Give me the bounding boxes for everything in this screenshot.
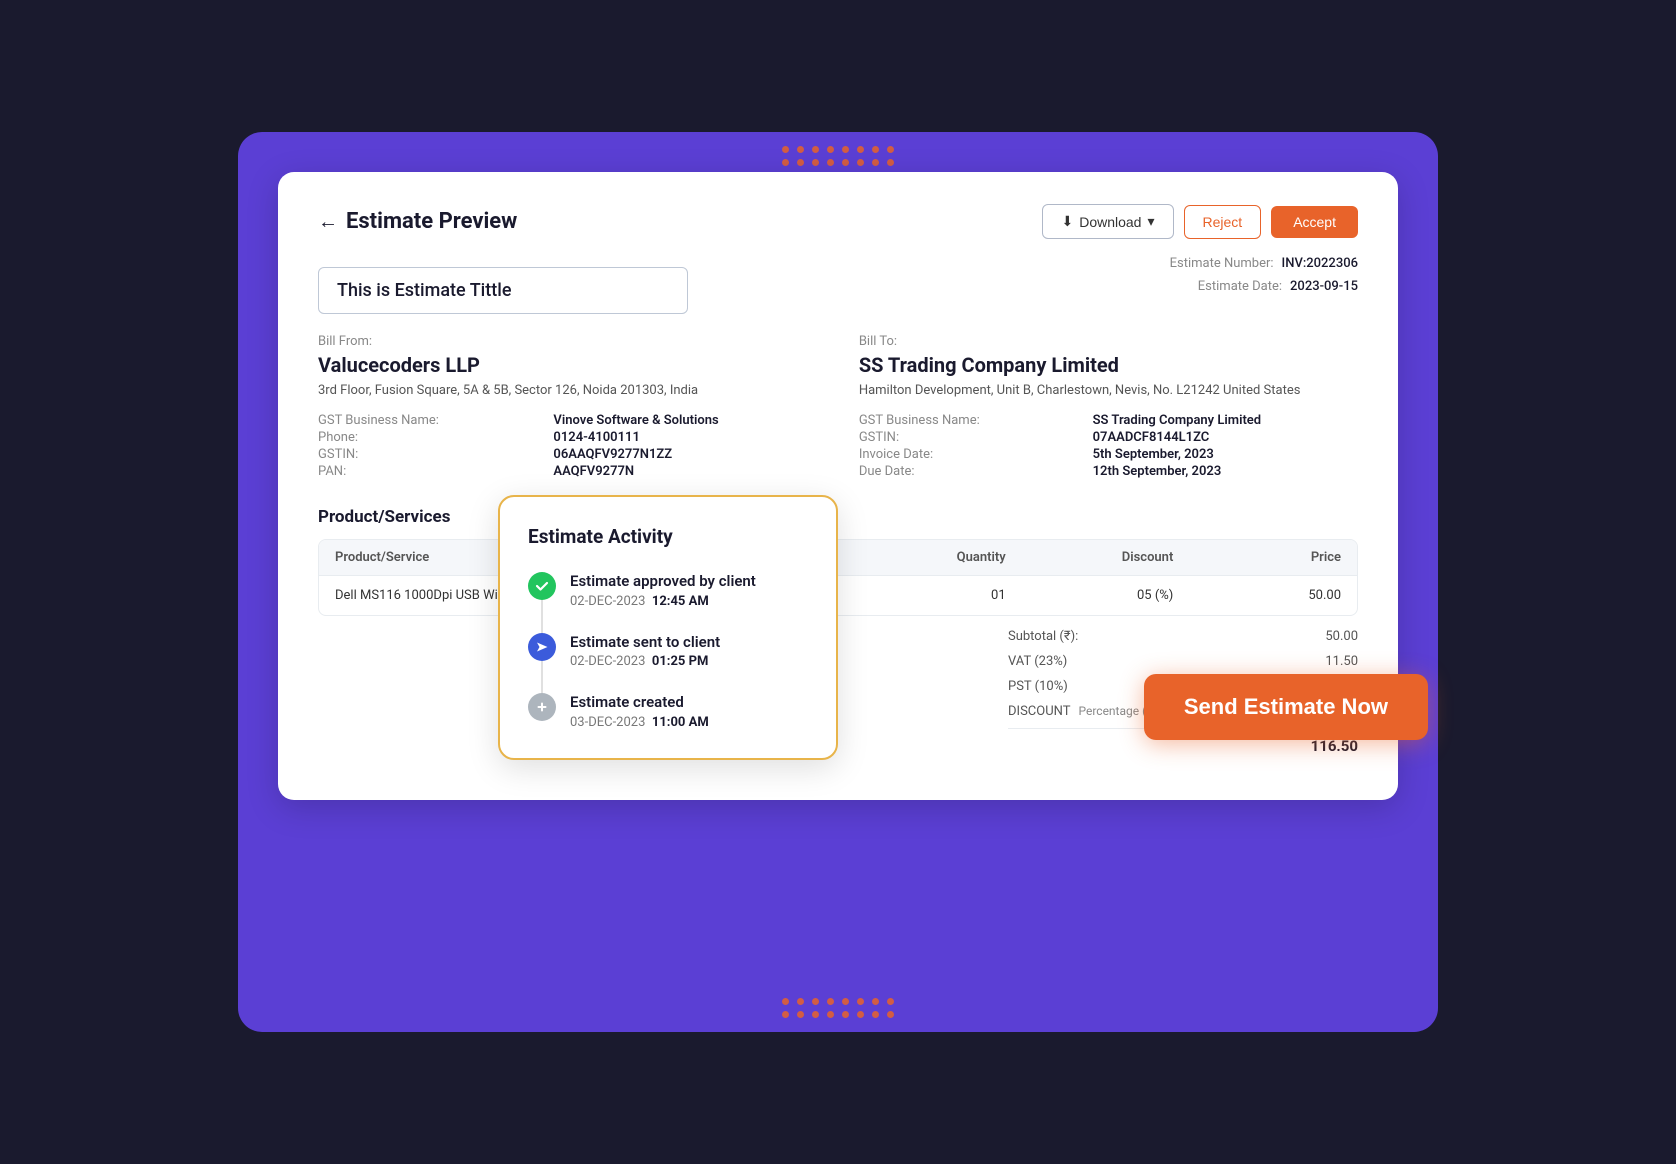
bill-to-label: Bill To:: [859, 334, 1358, 349]
pan-value: AAQFV9277N: [553, 464, 817, 479]
table-row: Dell MS116 1000Dpi USB Wired Opt... 05 0…: [319, 575, 1357, 615]
estimate-title-box: This is Estimate Tittle: [318, 267, 688, 314]
to-gst-name-value: SS Trading Company Limited: [1093, 413, 1358, 428]
discount-label: DISCOUNT: [1008, 704, 1070, 719]
invoice-date-value: 5th September, 2023: [1093, 447, 1358, 462]
pst-label: PST (10%): [1008, 679, 1068, 694]
approved-icon: [528, 572, 556, 600]
send-estimate-button[interactable]: Send Estimate Now: [1144, 674, 1428, 740]
products-section-title: Product/Services: [318, 507, 1358, 527]
activity-sent-time: 02-DEC-2023 01:25 PM: [570, 654, 808, 669]
activity-sent-content: Estimate sent to client 02-DEC-2023 01:2…: [570, 633, 808, 670]
bill-from-company: Valucecoders LLP: [318, 353, 817, 377]
main-card: ← Estimate Preview ⬇ Download ▾ Reject A…: [278, 172, 1398, 800]
bill-from-address: 3rd Floor, Fusion Square, 5A & 5B, Secto…: [318, 381, 817, 401]
subtotal-row: Subtotal (₹): 50.00: [1008, 624, 1358, 649]
products-table: Product/Service Unit Cost Quantity Disco…: [318, 539, 1358, 616]
bill-to-address: Hamilton Development, Unit B, Charlestow…: [859, 381, 1358, 401]
page-header: ← Estimate Preview ⬇ Download ▾ Reject A…: [318, 204, 1358, 239]
sent-icon: [528, 633, 556, 661]
bill-from-details: GST Business Name: Vinove Software & Sol…: [318, 413, 817, 479]
activity-approved-event: Estimate approved by client: [570, 572, 808, 592]
product-price: 50.00: [1173, 588, 1341, 603]
to-gstin-value: 07AADCF8144L1ZC: [1093, 430, 1358, 445]
to-gstin-label: GSTIN:: [859, 430, 1077, 445]
invoice-date-label: Invoice Date:: [859, 447, 1077, 462]
vat-row: VAT (23%) 11.50: [1008, 649, 1358, 674]
activity-created-time: 03-DEC-2023 11:00 AM: [570, 715, 808, 730]
table-header: Product/Service Unit Cost Quantity Disco…: [319, 540, 1357, 575]
gst-name-value: Vinove Software & Solutions: [553, 413, 817, 428]
header-actions: ⬇ Download ▾ Reject Accept: [1042, 204, 1358, 239]
col-discount: Discount: [1006, 550, 1174, 565]
pan-label: PAN:: [318, 464, 537, 479]
activity-approved-time: 02-DEC-2023 12:45 AM: [570, 594, 808, 609]
activity-created-event: Estimate created: [570, 693, 808, 713]
activity-line-2: [541, 661, 543, 694]
bill-from-label: Bill From:: [318, 334, 817, 349]
outer-container: ← Estimate Preview ⬇ Download ▾ Reject A…: [238, 132, 1438, 1032]
activity-item-sent: Estimate sent to client 02-DEC-2023 01:2…: [528, 633, 808, 694]
dots-top-decoration: [782, 146, 894, 166]
bill-to-details: GST Business Name: SS Trading Company Li…: [859, 413, 1358, 479]
estimate-number-label: Estimate Number:: [1170, 252, 1274, 275]
vat-label: VAT (23%): [1008, 654, 1067, 669]
activity-item-created: Estimate created 03-DEC-2023 11:00 AM: [528, 693, 808, 730]
bill-to: Bill To: SS Trading Company Limited Hami…: [859, 334, 1358, 479]
activity-approved-content: Estimate approved by client 02-DEC-2023 …: [570, 572, 808, 609]
bill-to-company: SS Trading Company Limited: [859, 353, 1358, 377]
back-button[interactable]: ← Estimate Preview: [318, 209, 517, 234]
activity-line: [541, 600, 543, 633]
estimate-meta: Estimate Number: INV:2022306 Estimate Da…: [1170, 252, 1358, 299]
page-title: Estimate Preview: [346, 209, 517, 234]
gstin-value: 06AAQFV9277N1ZZ: [553, 447, 817, 462]
activity-item-approved: Estimate approved by client 02-DEC-2023 …: [528, 572, 808, 633]
bill-from: Bill From: Valucecoders LLP 3rd Floor, F…: [318, 334, 817, 479]
to-gst-name-label: GST Business Name:: [859, 413, 1077, 428]
estimate-date-label: Estimate Date:: [1198, 275, 1282, 298]
dropdown-arrow-icon: ▾: [1147, 213, 1154, 230]
due-date-value: 12th September, 2023: [1093, 464, 1358, 479]
accept-button[interactable]: Accept: [1271, 206, 1358, 238]
download-button[interactable]: ⬇ Download ▾: [1042, 204, 1173, 239]
product-discount: 05 (%): [1006, 588, 1174, 603]
estimate-number-value: INV:2022306: [1282, 252, 1358, 275]
subtotal-value: 50.00: [1325, 629, 1358, 644]
due-date-label: Due Date:: [859, 464, 1077, 479]
product-quantity: 01: [838, 588, 1006, 603]
gstin-label: GSTIN:: [318, 447, 537, 462]
col-price: Price: [1173, 550, 1341, 565]
phone-label: Phone:: [318, 430, 537, 445]
created-icon: [528, 693, 556, 721]
bill-section: Bill From: Valucecoders LLP 3rd Floor, F…: [318, 334, 1358, 479]
back-arrow-icon: ←: [318, 209, 338, 234]
gst-name-label: GST Business Name:: [318, 413, 537, 428]
reject-button[interactable]: Reject: [1184, 205, 1262, 239]
estimate-date-value: 2023-09-15: [1290, 275, 1358, 298]
activity-sent-event: Estimate sent to client: [570, 633, 808, 653]
dots-bottom-decoration: [782, 998, 894, 1018]
download-icon: ⬇: [1061, 213, 1073, 230]
activity-list: Estimate approved by client 02-DEC-2023 …: [528, 572, 808, 730]
activity-title: Estimate Activity: [528, 525, 808, 548]
vat-value: 11.50: [1325, 654, 1358, 669]
activity-created-content: Estimate created 03-DEC-2023 11:00 AM: [570, 693, 808, 730]
phone-value: 0124-4100111: [553, 430, 817, 445]
subtotal-label: Subtotal (₹):: [1008, 629, 1078, 644]
activity-popup: Estimate Activity Estimate approved by c…: [498, 495, 838, 760]
col-quantity: Quantity: [838, 550, 1006, 565]
